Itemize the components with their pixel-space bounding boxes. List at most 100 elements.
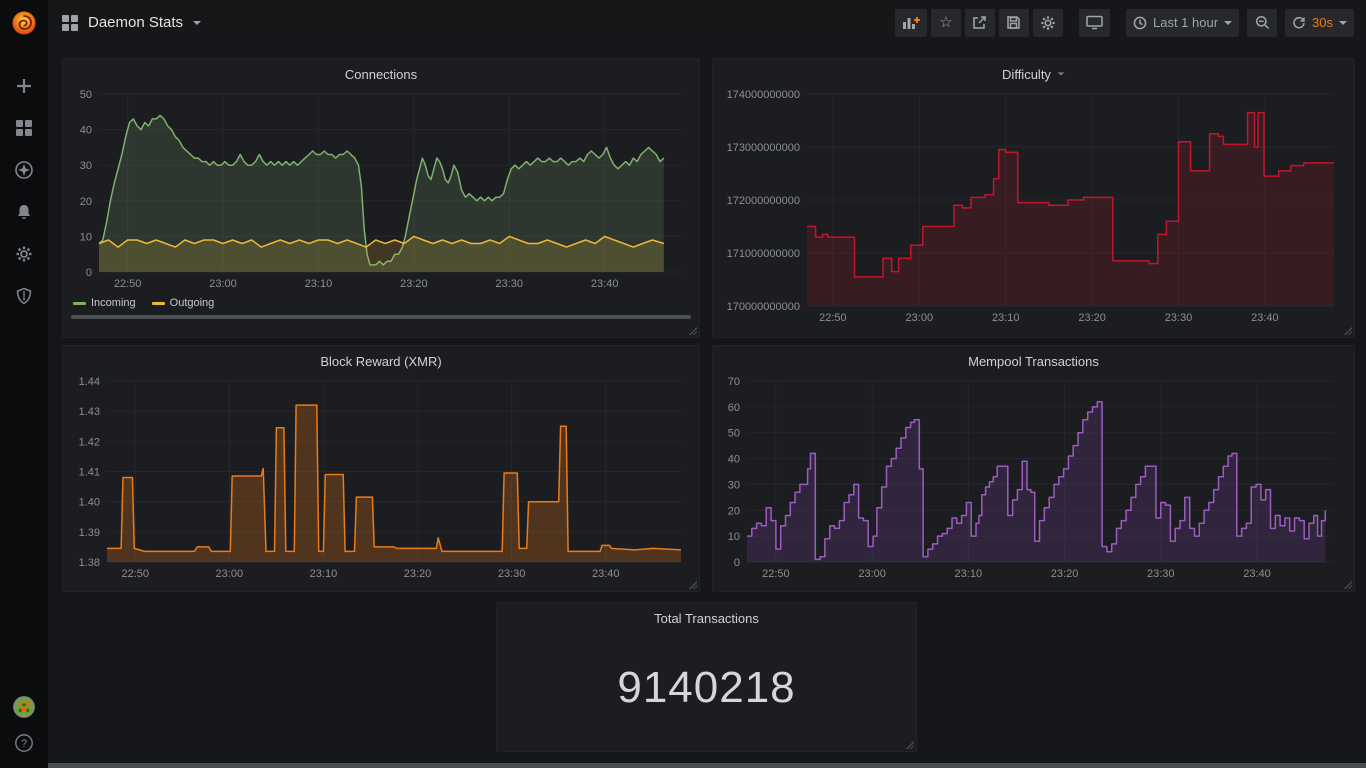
star-dashboard-button[interactable]: ☆ — [931, 9, 961, 37]
star-icon: ☆ — [939, 15, 952, 30]
svg-text:23:20: 23:20 — [404, 568, 432, 580]
svg-text:50: 50 — [80, 89, 92, 101]
svg-text:1.44: 1.44 — [79, 376, 100, 388]
top-navbar: Daemon Stats ☆ Last 1 hour — [48, 0, 1366, 45]
monitor-icon — [1086, 15, 1103, 30]
legend-item-incoming[interactable]: Incoming — [73, 297, 136, 309]
grafana-logo[interactable] — [10, 9, 38, 37]
svg-text:50: 50 — [728, 428, 740, 440]
svg-text:23:30: 23:30 — [498, 568, 526, 580]
svg-text:1.38: 1.38 — [79, 557, 100, 569]
svg-text:23:00: 23:00 — [209, 278, 237, 290]
svg-text:?: ? — [21, 738, 27, 750]
svg-text:23:00: 23:00 — [216, 568, 244, 580]
refresh-icon — [1292, 16, 1306, 30]
time-range-label: Last 1 hour — [1153, 15, 1218, 30]
svg-text:23:00: 23:00 — [858, 568, 886, 580]
svg-text:23:40: 23:40 — [1251, 312, 1279, 324]
svg-text:23:20: 23:20 — [400, 278, 428, 290]
user-avatar[interactable] — [13, 696, 35, 718]
panel-title-difficulty[interactable]: Difficulty — [719, 64, 1348, 84]
svg-text:0: 0 — [86, 267, 92, 279]
svg-text:23:10: 23:10 — [992, 312, 1020, 324]
svg-text:23:10: 23:10 — [305, 278, 333, 290]
refresh-picker[interactable]: 30s — [1285, 9, 1354, 37]
panel-title-connections[interactable]: Connections — [69, 64, 693, 84]
sidebar: ? — [0, 0, 48, 768]
server-admin-shield-icon[interactable] — [13, 285, 35, 307]
svg-text:1.39: 1.39 — [79, 527, 100, 539]
svg-text:22:50: 22:50 — [762, 568, 790, 580]
dashboard-title-menu[interactable]: Daemon Stats — [62, 14, 201, 31]
legend-item-outgoing[interactable]: Outgoing — [152, 297, 215, 309]
svg-text:174000000000: 174000000000 — [727, 89, 800, 101]
page-horizontal-scrollbar[interactable] — [48, 763, 1366, 768]
block-reward-chart[interactable]: 22:50 23:00 23:10 23:20 23:30 23:40 1.38 1.39 1.… — [69, 371, 693, 584]
add-icon[interactable] — [13, 75, 35, 97]
svg-text:170000000000: 170000000000 — [727, 301, 800, 313]
difficulty-chart[interactable]: 22:50 23:00 23:10 23:20 23:30 23:40 1700000000… — [719, 84, 1348, 330]
help-icon[interactable]: ? — [13, 732, 35, 754]
svg-text:40: 40 — [728, 454, 740, 466]
svg-text:23:10: 23:10 — [955, 568, 983, 580]
svg-text:23:00: 23:00 — [906, 312, 934, 324]
panel-difficulty: Difficulty 22:50 23:00 23:10 23:20 23:30 23:4… — [712, 58, 1355, 338]
svg-text:22:50: 22:50 — [819, 312, 847, 324]
share-icon — [972, 15, 987, 30]
svg-text:1.40: 1.40 — [79, 497, 100, 509]
panel-title-total-transactions[interactable]: Total Transactions — [503, 608, 910, 628]
explore-icon[interactable] — [13, 159, 35, 181]
refresh-caret-icon — [1339, 21, 1347, 25]
time-range-caret-icon — [1224, 21, 1232, 25]
outgoing-series-swatch — [152, 302, 165, 305]
svg-text:22:50: 22:50 — [121, 568, 149, 580]
time-range-picker[interactable]: Last 1 hour — [1126, 9, 1239, 37]
svg-text:23:30: 23:30 — [495, 278, 523, 290]
panel-mempool: Mempool Transactions 22:50 23:00 23:10 23:2… — [712, 345, 1355, 592]
svg-text:1.43: 1.43 — [79, 406, 100, 418]
configuration-gear-icon[interactable] — [13, 243, 35, 265]
svg-text:1.41: 1.41 — [79, 467, 100, 479]
dashboard-settings-button[interactable] — [1033, 9, 1063, 37]
refresh-interval-label: 30s — [1312, 15, 1333, 30]
panel-block-reward: Block Reward (XMR) 22:5023:0023:1023:202… — [62, 345, 700, 592]
alerting-bell-icon[interactable] — [13, 201, 35, 223]
svg-text:173000000000: 173000000000 — [727, 142, 800, 154]
svg-text:23:40: 23:40 — [592, 568, 620, 580]
svg-text:30: 30 — [80, 160, 92, 172]
panel-title-mempool[interactable]: Mempool Transactions — [719, 351, 1348, 371]
svg-text:23:20: 23:20 — [1078, 312, 1106, 324]
stat-value: 9140218 — [503, 628, 910, 747]
cycle-view-mode-button[interactable] — [1079, 9, 1110, 37]
svg-text:23:10: 23:10 — [310, 568, 338, 580]
svg-text:20: 20 — [728, 505, 740, 517]
svg-text:22:50: 22:50 — [114, 278, 142, 290]
connections-chart[interactable]: 22:5023:0023:1023:2023:3023:400102030405… — [69, 84, 693, 294]
save-icon — [1006, 15, 1021, 30]
svg-text:20: 20 — [80, 196, 92, 208]
incoming-series-swatch — [73, 302, 86, 305]
dashboard-grid-icon — [62, 15, 78, 31]
svg-text:70: 70 — [728, 376, 740, 388]
panel-title-block-reward[interactable]: Block Reward (XMR) — [69, 351, 693, 371]
svg-text:23:40: 23:40 — [1243, 568, 1271, 580]
zoom-out-time-button[interactable] — [1247, 9, 1277, 37]
share-dashboard-button[interactable] — [965, 9, 995, 37]
svg-text:30: 30 — [728, 479, 740, 491]
dashboards-icon[interactable] — [13, 117, 35, 139]
svg-text:23:20: 23:20 — [1051, 568, 1079, 580]
clock-icon — [1133, 16, 1147, 30]
svg-text:23:40: 23:40 — [591, 278, 619, 290]
mempool-chart[interactable]: 22:5023:0023:1023:2023:3023:400102030405… — [719, 371, 1348, 584]
connections-legend: Incoming Outgoing — [69, 294, 693, 310]
panel-total-transactions: Total Transactions 9140218 — [496, 602, 917, 752]
add-panel-button[interactable] — [895, 9, 927, 37]
connections-legend-scrollbar[interactable] — [71, 315, 691, 319]
save-dashboard-button[interactable] — [999, 9, 1029, 37]
dashboard-title: Daemon Stats — [88, 14, 183, 31]
title-caret-down-icon — [193, 21, 201, 25]
svg-text:23:30: 23:30 — [1165, 312, 1193, 324]
svg-text:23:30: 23:30 — [1147, 568, 1175, 580]
svg-text:171000000000: 171000000000 — [727, 248, 800, 260]
panel-menu-caret-icon — [1058, 72, 1064, 75]
